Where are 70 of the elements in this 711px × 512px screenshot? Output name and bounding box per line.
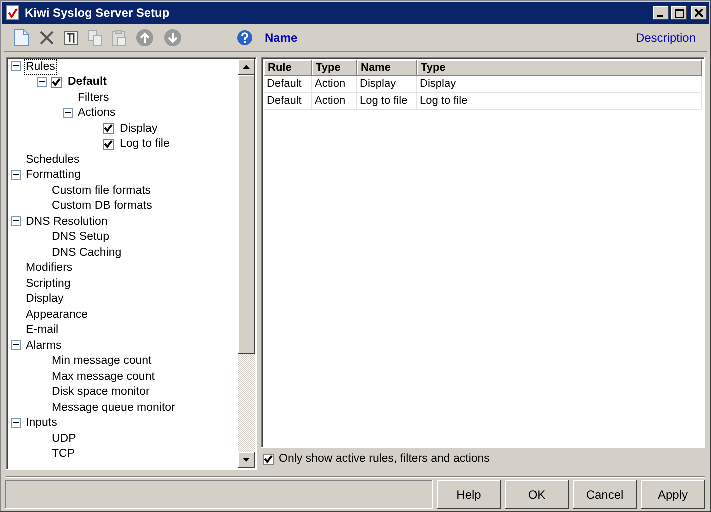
down-triangle-icon — [243, 458, 250, 462]
collapse-icon[interactable] — [63, 108, 74, 119]
tree-item[interactable]: E-mail — [25, 323, 60, 338]
tree-item[interactable]: Schedules — [25, 152, 81, 167]
table-cell: Log to file — [417, 93, 702, 109]
minimize-button[interactable] — [653, 6, 669, 20]
name-heading: Name — [265, 31, 298, 45]
description-heading: Description — [636, 31, 696, 45]
checkbox[interactable] — [103, 123, 114, 134]
tree-item[interactable]: Inputs — [25, 416, 58, 430]
delete-icon[interactable] — [40, 31, 54, 45]
scrollbar[interactable] — [238, 59, 255, 468]
column-header[interactable]: Rule — [264, 60, 312, 76]
tree-item[interactable]: Actions — [77, 106, 117, 120]
checkbox[interactable] — [51, 76, 62, 88]
help-icon[interactable] — [237, 30, 253, 46]
tree-item[interactable]: Custom file formats — [51, 184, 152, 198]
column-header[interactable]: Type — [417, 60, 702, 76]
tree-item[interactable]: Alarms — [25, 338, 63, 353]
tree-item[interactable]: DNS Setup — [51, 230, 111, 244]
maximize-button[interactable] — [671, 6, 687, 20]
dialog-button[interactable]: Apply — [641, 480, 705, 509]
tree-item[interactable]: Display — [25, 292, 65, 306]
tree-item[interactable]: UDP — [51, 432, 78, 446]
tree-item[interactable]: Default — [67, 75, 108, 90]
tree-item[interactable]: Filters — [77, 90, 110, 105]
maximize-icon — [674, 8, 684, 18]
tree-item[interactable]: Min message count — [51, 354, 153, 368]
tree-item[interactable]: Modifiers — [25, 261, 74, 276]
rename-icon[interactable] — [64, 31, 78, 45]
tree-item[interactable]: TCP — [51, 447, 76, 462]
tree-item[interactable]: Max message count — [51, 370, 156, 384]
document-check-icon — [6, 5, 20, 21]
table-cell: Default — [264, 93, 312, 109]
table-cell: Default — [264, 76, 312, 92]
dialog-button[interactable]: OK — [505, 480, 569, 509]
tree-item[interactable]: Display — [119, 122, 159, 136]
table-cell: Display — [417, 76, 702, 92]
tree-item[interactable]: Scripting — [25, 276, 72, 291]
tree-item[interactable]: Custom DB formats — [51, 199, 154, 214]
tree-item[interactable]: Disk space monitor — [51, 385, 151, 400]
collapse-icon[interactable] — [11, 216, 22, 228]
dialog-button[interactable]: Cancel — [573, 480, 637, 509]
table-cell: Display — [357, 76, 417, 92]
checkbox[interactable] — [263, 454, 274, 464]
close-button[interactable] — [691, 6, 707, 20]
tree-item[interactable]: Formatting — [25, 168, 82, 182]
dialog-button[interactable]: Help — [437, 480, 501, 509]
table-cell: Action — [312, 93, 357, 109]
tree-item[interactable]: DNS Caching — [51, 246, 123, 260]
table-cell: Action — [312, 76, 357, 92]
checkbox[interactable] — [103, 138, 114, 150]
checkbox-label[interactable]: Only show active rules, filters and actions — [279, 453, 490, 465]
tree-item[interactable]: Message queue monitor — [51, 400, 176, 415]
column-header[interactable]: Name — [357, 60, 417, 76]
close-icon — [695, 9, 703, 17]
tree-item[interactable]: Log to file — [119, 137, 171, 152]
tree-item[interactable]: Rules — [25, 60, 56, 74]
collapse-icon[interactable] — [11, 418, 22, 429]
column-header[interactable]: Type — [312, 60, 357, 76]
collapse-icon[interactable] — [11, 170, 22, 181]
collapse-icon[interactable] — [11, 340, 22, 352]
tree-item[interactable]: DNS Resolution — [25, 214, 109, 229]
window-title: Kiwi Syslog Server Setup — [25, 6, 171, 20]
table-cell: Log to file — [357, 93, 417, 109]
up-triangle-icon — [243, 65, 250, 69]
collapse-icon[interactable] — [37, 76, 48, 88]
tree-item[interactable]: Appearance — [25, 308, 90, 322]
new-document-icon[interactable] — [14, 29, 30, 47]
collapse-icon[interactable] — [11, 61, 22, 72]
